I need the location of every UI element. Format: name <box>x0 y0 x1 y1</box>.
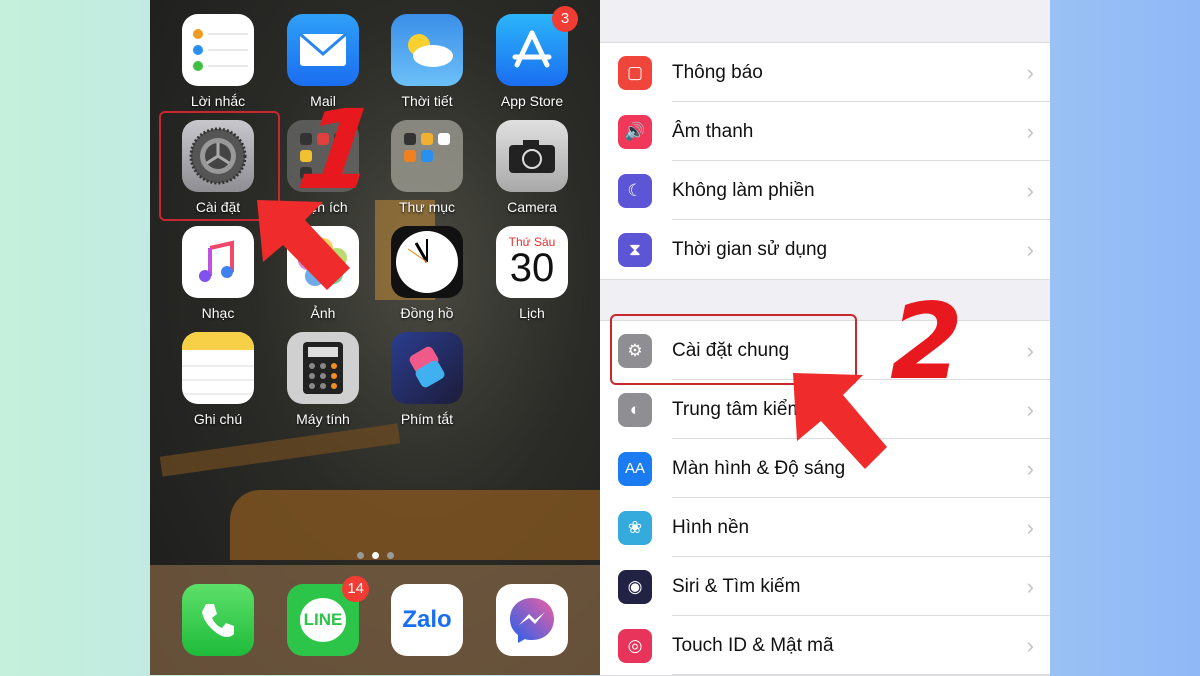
app-shortcuts[interactable]: Phím tắt <box>375 332 479 427</box>
folder-icon <box>391 120 463 192</box>
dock-app-text: LINE <box>299 598 347 642</box>
fingerprint-icon: ◎ <box>618 628 652 663</box>
reminders-icon <box>182 14 254 86</box>
settings-row-hourglass[interactable]: ⧗ Thời gian sử dụng › <box>600 220 1050 279</box>
chevron-right-icon: › <box>1026 236 1034 262</box>
settings-row-fingerprint[interactable]: ◎ Touch ID & Mật mã › <box>600 616 1050 675</box>
app-folder[interactable]: Thư mục <box>375 120 479 215</box>
notification-badge: 14 <box>342 576 369 602</box>
settings-row-moon[interactable]: ☾ Không làm phiền › <box>600 161 1050 220</box>
settings-row-label: Touch ID & Mật mã <box>672 634 834 656</box>
settings-row-label: Hình nền <box>672 516 750 538</box>
app-label: Thư mục <box>398 199 456 215</box>
dock-app-phone[interactable] <box>166 584 270 656</box>
app-label: Máy tính <box>296 411 350 427</box>
dock-app-messenger[interactable] <box>480 584 584 656</box>
weather-icon <box>391 14 463 86</box>
chevron-right-icon: › <box>1026 632 1034 658</box>
app-reminders[interactable]: Lời nhắc <box>166 14 270 109</box>
chevron-right-icon: › <box>1026 396 1034 422</box>
settings-row-sounds[interactable]: 🔊 Âm thanh › <box>600 102 1050 161</box>
icon-glyph: AA <box>624 460 645 477</box>
notes-icon <box>182 332 254 404</box>
home-screen: Lời nhắc Mail Thời tiết 3 App Store Cài đặt Ti… <box>150 0 600 675</box>
notification-badge: 3 <box>552 6 578 32</box>
messenger-icon <box>496 584 568 656</box>
settings-row-siri[interactable]: ◉ Siri & Tìm kiếm › <box>600 557 1050 616</box>
settings-row-label: Không làm phiền <box>672 179 815 201</box>
app-label: App Store <box>500 93 564 109</box>
chevron-right-icon: › <box>1026 337 1034 363</box>
settings-row-notifications[interactable]: ▢ Thông báo › <box>600 43 1050 102</box>
step-number-2: 2 <box>890 281 964 403</box>
shortcuts-icon <box>391 332 463 404</box>
zalo-icon: Zalo <box>391 584 463 656</box>
settings-row-label: Siri & Tìm kiếm <box>672 575 801 597</box>
camera-icon <box>496 120 568 192</box>
phone-icon <box>182 584 254 656</box>
app-app-store[interactable]: 3 App Store <box>480 6 584 109</box>
chevron-right-icon: › <box>1026 573 1034 599</box>
app-clock[interactable]: Đồng hồ <box>375 226 479 321</box>
app-calendar[interactable]: Thứ Sáu 30 Lịch <box>480 226 584 321</box>
settings-row-wallpaper[interactable]: ❀ Hình nền › <box>600 498 1050 557</box>
app-label: Lịch <box>519 305 545 321</box>
chevron-right-icon: › <box>1026 514 1034 540</box>
app-camera[interactable]: Camera <box>480 120 584 215</box>
settings-row-label: Thông báo <box>672 61 763 83</box>
wallpaper-chair <box>159 423 401 477</box>
calendar-day: 30 <box>509 246 555 290</box>
app-label: Camera <box>507 199 557 215</box>
chevron-right-icon: › <box>1026 177 1034 203</box>
app-calculator[interactable]: Máy tính <box>271 332 375 427</box>
settings-row-label: Thời gian sử dụng <box>672 238 828 260</box>
arrow-pointer-step2 <box>793 373 887 469</box>
page-indicator[interactable] <box>150 546 600 564</box>
app-label: Nhạc <box>201 305 235 321</box>
moon-icon: ☾ <box>618 173 652 208</box>
siri-icon: ◉ <box>618 569 652 604</box>
app-label: Thời tiết <box>401 93 453 109</box>
app-label: Đồng hồ <box>400 305 454 321</box>
app-notes[interactable]: Ghi chú <box>166 332 270 427</box>
notifications-icon: ▢ <box>618 55 652 90</box>
calendar-icon: Thứ Sáu 30 <box>496 226 568 298</box>
chevron-right-icon: › <box>1026 118 1034 144</box>
step-number-1: 1 <box>291 86 386 214</box>
app-label: Phím tắt <box>400 411 454 427</box>
app-label: Lời nhắc <box>190 93 246 109</box>
calculator-icon <box>287 332 359 404</box>
dock-app-text: Zalo <box>402 606 452 633</box>
wallpaper-icon: ❀ <box>618 510 652 545</box>
dock-app-zalo[interactable]: Zalo <box>375 584 479 656</box>
settings-row-label: Âm thanh <box>672 120 754 142</box>
settings-screen: ▢ Thông báo › 🔊 Âm thanh › ☾ Không làm phiền › ⧗ T… <box>600 0 1050 676</box>
chevron-right-icon: › <box>1026 59 1034 85</box>
dock-app-line[interactable]: 14 LINE <box>271 576 375 656</box>
app-label: Ảnh <box>310 305 336 321</box>
clock-icon <box>391 226 463 298</box>
app-label: Ghi chú <box>193 411 243 427</box>
sounds-icon: 🔊 <box>618 114 652 149</box>
app-weather[interactable]: Thời tiết <box>375 14 479 109</box>
toggles-icon: ◐ <box>618 392 652 427</box>
hourglass-icon: ⧗ <box>618 232 652 267</box>
display-icon: AA <box>618 451 652 486</box>
chevron-right-icon: › <box>1026 455 1034 481</box>
music-icon <box>182 226 254 298</box>
mail-icon <box>287 14 359 86</box>
